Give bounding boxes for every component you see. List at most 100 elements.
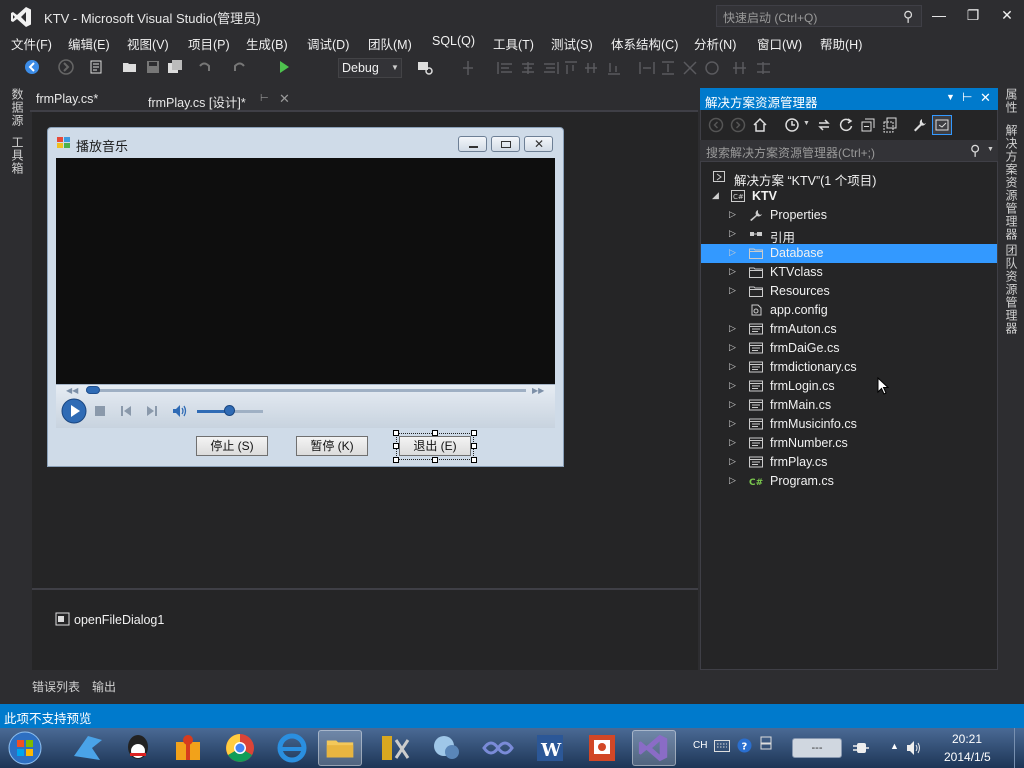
history-icon[interactable] bbox=[784, 117, 800, 133]
menu-team[interactable]: 团队(M) bbox=[368, 34, 412, 53]
chevron-down-icon[interactable]: ▼ bbox=[987, 146, 994, 153]
menu-help[interactable]: 帮助(H) bbox=[820, 34, 862, 53]
media-player-video[interactable] bbox=[56, 158, 555, 384]
tree-solution-node[interactable]: 解决方案 “KTV”(1 个项目) bbox=[701, 168, 997, 188]
navigate-back-icon[interactable] bbox=[24, 59, 40, 75]
word-icon[interactable]: W bbox=[528, 730, 572, 766]
tab-error-list[interactable]: 错误列表 bbox=[32, 678, 80, 695]
qq-icon[interactable] bbox=[116, 730, 160, 766]
menu-window[interactable]: 窗口(W) bbox=[757, 34, 802, 53]
menu-file[interactable]: 文件(F) bbox=[11, 34, 52, 53]
chevron-down-icon[interactable]: ▼ bbox=[803, 120, 810, 127]
file-explorer-icon[interactable] bbox=[318, 730, 362, 766]
internet-explorer-icon[interactable] bbox=[270, 730, 314, 766]
tree-item[interactable]: ▷ C# Program.cs bbox=[701, 472, 997, 491]
preview-selected-items-button[interactable] bbox=[932, 115, 952, 135]
collapsed-arrow-icon[interactable]: ▷ bbox=[729, 456, 736, 467]
collapsed-arrow-icon[interactable]: ▷ bbox=[729, 285, 736, 296]
properties-tab[interactable]: 属性 bbox=[1003, 88, 1020, 114]
menu-build[interactable]: 生成(B) bbox=[246, 34, 288, 53]
team-explorer-tab[interactable]: 团队资源管理器 bbox=[1003, 244, 1020, 335]
collapsed-arrow-icon[interactable]: ▷ bbox=[729, 209, 736, 220]
undo-icon[interactable] bbox=[196, 59, 212, 75]
sql-server-icon[interactable] bbox=[424, 730, 468, 766]
collapsed-arrow-icon[interactable]: ▷ bbox=[729, 247, 736, 258]
rewind-icon[interactable]: ◀◀ bbox=[66, 386, 78, 395]
tree-item[interactable]: ▷ frmAuton.cs bbox=[701, 320, 997, 339]
menu-project[interactable]: 项目(P) bbox=[188, 34, 230, 53]
tree-item[interactable]: ▷ Properties bbox=[701, 206, 997, 225]
redo-icon[interactable] bbox=[232, 59, 248, 75]
tree-item[interactable]: ▷ frmMusicinfo.cs bbox=[701, 415, 997, 434]
tab-frmplay-code[interactable]: frmPlay.cs* bbox=[30, 89, 138, 110]
tree-item[interactable]: ▷ frmNumber.cs bbox=[701, 434, 997, 453]
keyboard-icon[interactable] bbox=[714, 740, 730, 752]
menu-edit[interactable]: 编辑(E) bbox=[68, 34, 110, 53]
form-maximize-button[interactable] bbox=[491, 136, 520, 152]
chrome-icon[interactable] bbox=[218, 730, 262, 766]
pause-button[interactable]: 暂停 (K) bbox=[296, 436, 368, 456]
clock-time[interactable]: 20:21 bbox=[952, 732, 982, 746]
collapsed-arrow-icon[interactable]: ▷ bbox=[729, 266, 736, 277]
volume-slider-thumb[interactable] bbox=[224, 405, 235, 416]
show-all-files-icon[interactable] bbox=[882, 117, 898, 133]
power-plug-icon[interactable] bbox=[852, 741, 870, 755]
collapse-all-icon[interactable] bbox=[860, 117, 876, 133]
form-close-button[interactable]: ✕ bbox=[524, 136, 553, 152]
play-icon[interactable] bbox=[61, 398, 87, 424]
volume-icon[interactable] bbox=[171, 403, 187, 419]
resize-handle[interactable] bbox=[393, 443, 399, 449]
vs-blend-icon[interactable] bbox=[476, 730, 520, 766]
stop-icon[interactable] bbox=[94, 405, 106, 417]
bird-app-icon[interactable] bbox=[66, 730, 110, 766]
data-sources-tab[interactable]: 数据源 bbox=[9, 88, 26, 127]
pin-icon[interactable]: ⊢ bbox=[260, 93, 269, 104]
save-icon[interactable] bbox=[145, 59, 161, 75]
menu-test[interactable]: 测试(S) bbox=[551, 34, 593, 53]
tree-item[interactable]: ▷ frmLogin.cs bbox=[701, 377, 997, 396]
solution-config-select[interactable]: Debug ▼ bbox=[338, 58, 402, 78]
tree-item[interactable]: ▷ frmDaiGe.cs bbox=[701, 339, 997, 358]
close-button[interactable]: ✕ bbox=[992, 4, 1022, 26]
help-icon[interactable]: ? bbox=[737, 738, 752, 753]
seek-bar[interactable] bbox=[86, 389, 526, 392]
show-hidden-icons-icon[interactable]: ▲ bbox=[890, 741, 899, 751]
menu-view[interactable]: 视图(V) bbox=[127, 34, 169, 53]
collapsed-arrow-icon[interactable]: ▷ bbox=[729, 228, 736, 239]
resize-handle[interactable] bbox=[393, 430, 399, 436]
resize-handle[interactable] bbox=[393, 457, 399, 463]
collapsed-arrow-icon[interactable]: ▷ bbox=[729, 475, 736, 486]
tree-item[interactable]: ▷ frmdictionary.cs bbox=[701, 358, 997, 377]
solution-explorer-tab[interactable]: 解决方案资源管理器 bbox=[1003, 124, 1020, 241]
properties-wrench-icon[interactable] bbox=[912, 117, 928, 133]
collapsed-arrow-icon[interactable]: ▷ bbox=[729, 323, 736, 334]
back-icon[interactable] bbox=[708, 117, 724, 133]
collapsed-arrow-icon[interactable]: ▷ bbox=[729, 418, 736, 429]
start-button-icon[interactable] bbox=[4, 730, 46, 766]
collapsed-arrow-icon[interactable]: ▷ bbox=[729, 399, 736, 410]
home-icon[interactable] bbox=[752, 117, 768, 133]
resize-handle[interactable] bbox=[471, 430, 477, 436]
seek-thumb[interactable] bbox=[86, 386, 100, 394]
tree-item[interactable]: ▷ Database bbox=[701, 244, 997, 263]
clock-date[interactable]: 2014/1/5 bbox=[944, 750, 991, 764]
close-panel-icon[interactable]: ✕ bbox=[980, 90, 991, 106]
quick-launch-input[interactable]: 快速启动 (Ctrl+Q) ⚲ bbox=[716, 5, 922, 27]
menu-architecture[interactable]: 体系结构(C) bbox=[611, 34, 678, 53]
resize-handle[interactable] bbox=[432, 457, 438, 463]
menu-debug[interactable]: 调试(D) bbox=[307, 34, 349, 53]
volume-tray-icon[interactable] bbox=[906, 740, 924, 756]
open-file-icon[interactable] bbox=[122, 59, 138, 75]
expanded-arrow-icon[interactable]: ◢ bbox=[712, 190, 719, 201]
collapsed-arrow-icon[interactable]: ▷ bbox=[729, 342, 736, 353]
tree-item[interactable]: ▷ frmMain.cs bbox=[701, 396, 997, 415]
search-icon[interactable]: ⚲ bbox=[970, 142, 980, 159]
open-file-dialog-component[interactable]: openFileDialog1 bbox=[74, 613, 164, 627]
menu-tools[interactable]: 工具(T) bbox=[493, 34, 534, 53]
tree-project-node[interactable]: ◢ C# KTV bbox=[701, 187, 997, 206]
new-project-icon[interactable] bbox=[88, 59, 104, 75]
previous-track-icon[interactable] bbox=[120, 405, 132, 417]
tree-item[interactable]: ▷ frmPlay.cs bbox=[701, 453, 997, 472]
tree-item[interactable]: ▷ KTVclass bbox=[701, 263, 997, 282]
show-desktop-button[interactable] bbox=[1014, 728, 1024, 768]
